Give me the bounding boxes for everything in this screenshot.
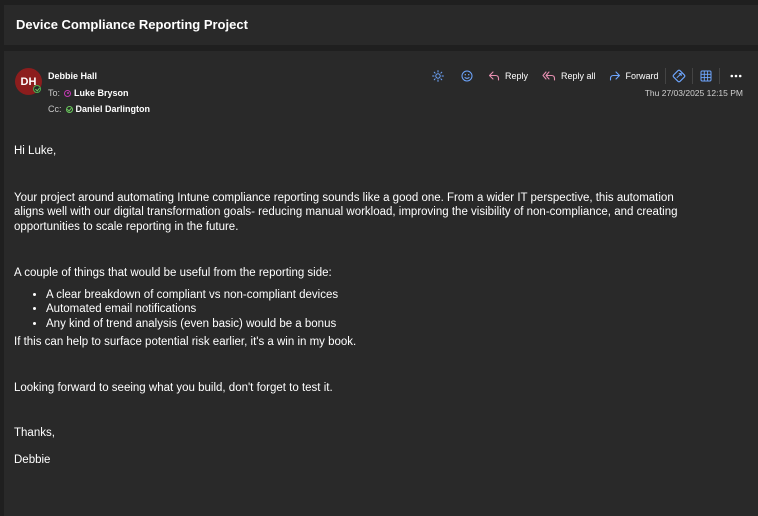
- email-reading-pane: DH Debbie Hall To: Luke Bryson Cc: Danie…: [4, 51, 758, 516]
- email-subject: Device Compliance Reporting Project: [16, 17, 248, 32]
- body-paragraph: Looking forward to seeing what you build…: [14, 381, 333, 394]
- share-to-teams-icon[interactable]: [670, 67, 688, 85]
- greeting: Hi Luke,: [14, 145, 57, 157]
- cc-label: Cc:: [48, 104, 62, 114]
- reply-all-icon: [542, 71, 556, 81]
- reply-all-button[interactable]: Reply all: [542, 71, 596, 81]
- reply-icon: [488, 71, 500, 81]
- cc-recipient[interactable]: Daniel Darlington: [76, 104, 151, 114]
- sent-timestamp: Thu 27/03/2025 12:15 PM: [644, 88, 743, 98]
- forward-button[interactable]: Forward: [609, 71, 659, 81]
- toolbar-divider: [691, 68, 693, 84]
- subject-bar: Device Compliance Reporting Project: [4, 5, 758, 45]
- to-row: To: Luke Bryson: [48, 88, 129, 98]
- sender-name[interactable]: Debbie Hall: [48, 71, 97, 81]
- cc-row: Cc: Daniel Darlington: [48, 104, 150, 114]
- reply-label: Reply: [505, 71, 529, 81]
- presence-away-icon: [64, 89, 72, 97]
- presence-available-icon: [33, 85, 41, 93]
- to-label: To:: [48, 88, 61, 98]
- reply-all-label: Reply all: [561, 71, 596, 81]
- body-paragraph: Your project around automating Intune co…: [14, 191, 678, 233]
- more-icon[interactable]: [727, 67, 745, 85]
- signature: Debbie: [14, 453, 51, 466]
- list-item: Automated email notifications: [46, 302, 704, 317]
- body-paragraph: If this can help to surface potential ri…: [14, 336, 357, 348]
- grid-icon[interactable]: [697, 67, 715, 85]
- forward-label: Forward: [625, 71, 659, 81]
- signoff: Thanks,: [14, 427, 55, 439]
- body-paragraph: A couple of things that would be useful …: [14, 267, 332, 279]
- sun-icon[interactable]: [429, 67, 447, 85]
- presence-available-icon: [65, 105, 73, 113]
- list-item: Any kind of trend analysis (even basic) …: [46, 317, 704, 332]
- bullet-list: A clear breakdown of compliant vs non-co…: [14, 288, 704, 332]
- list-item: A clear breakdown of compliant vs non-co…: [46, 288, 704, 303]
- to-recipient[interactable]: Luke Bryson: [74, 88, 129, 98]
- toolbar-divider: [718, 68, 720, 84]
- toolbar-divider: [664, 68, 666, 84]
- forward-icon: [609, 71, 620, 81]
- message-body: Hi Luke, Your project around automating …: [14, 144, 704, 467]
- smiley-icon[interactable]: [458, 67, 476, 85]
- reply-button[interactable]: Reply: [488, 71, 528, 81]
- message-toolbar: Reply Reply all Forward: [429, 67, 745, 85]
